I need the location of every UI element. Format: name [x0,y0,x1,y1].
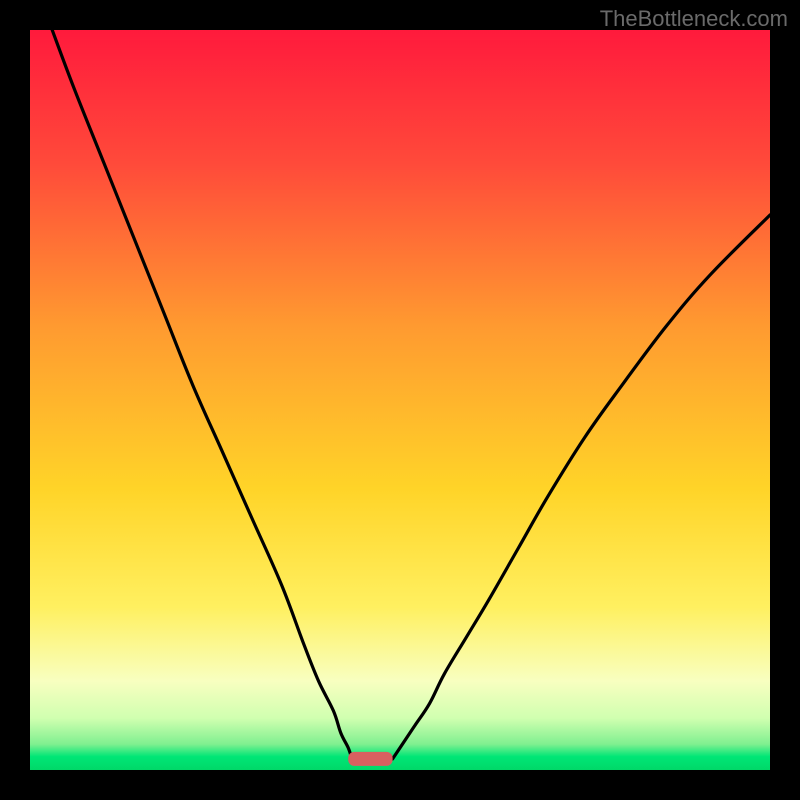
watermark-text: TheBottleneck.com [600,6,788,32]
bottleneck-marker [348,752,392,766]
plot-area [30,30,770,770]
gradient-background [30,30,770,770]
chart-frame: TheBottleneck.com [0,0,800,800]
chart-svg [30,30,770,770]
